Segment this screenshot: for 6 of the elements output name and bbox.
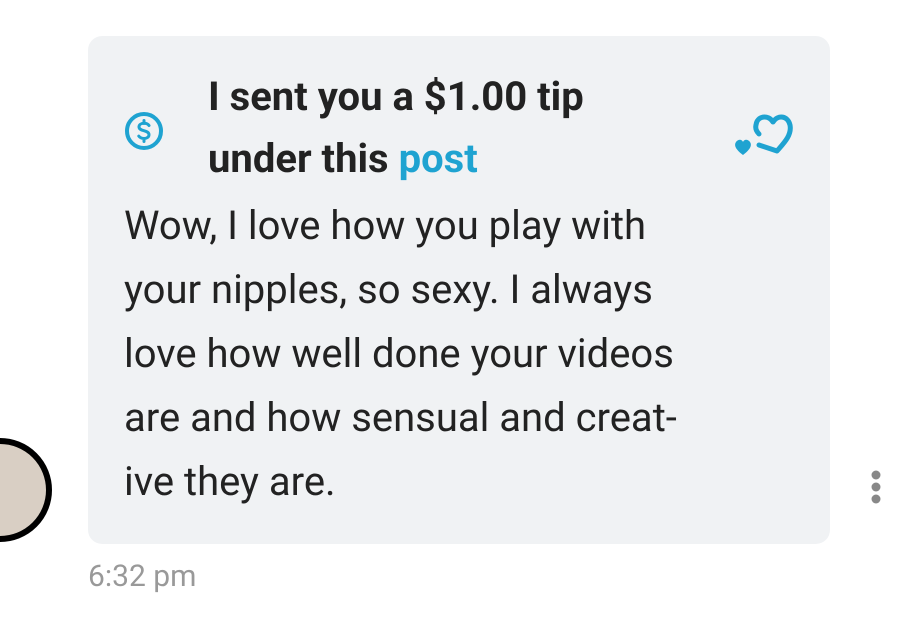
post-link[interactable]: post [398, 135, 478, 182]
message-text: Wow, I love how you play with your nipples, so sexy. I always love how well done your videos are and how sensual and creat- ive they are. [124, 201, 678, 507]
tip-message: I sent you a $1.00 tip under this post [208, 72, 585, 184]
message-time: 6:32 pm [88, 558, 198, 596]
dollar-coin-icon [124, 111, 164, 151]
more-options-icon[interactable] [871, 470, 881, 504]
